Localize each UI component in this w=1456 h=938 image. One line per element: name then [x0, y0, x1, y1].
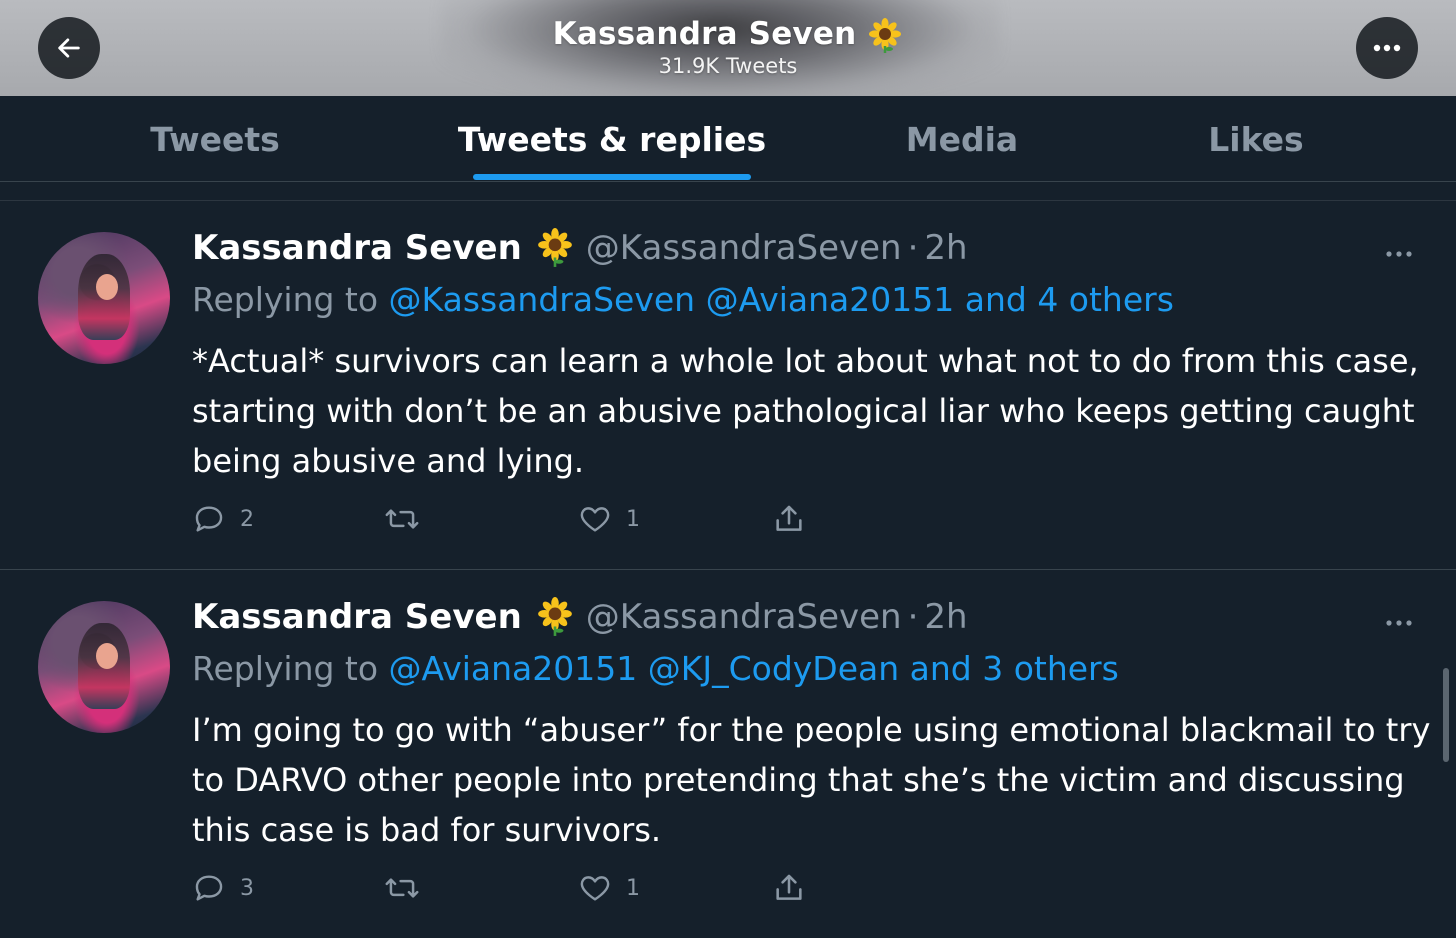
- separator: ·: [907, 597, 919, 637]
- like-count: 1: [626, 875, 640, 901]
- replying-to-label: Replying to: [192, 649, 379, 688]
- reply-icon: [195, 506, 223, 532]
- profile-name: Kassandra Seven: [552, 16, 857, 52]
- like-count: 1: [626, 506, 640, 532]
- tab-label: Media: [905, 119, 1019, 159]
- tweet-more-button[interactable]: [1384, 244, 1414, 263]
- share-button[interactable]: [772, 871, 806, 905]
- author-handle[interactable]: @KassandraSeven: [586, 597, 902, 637]
- ellipsis-icon: [1386, 251, 1412, 257]
- tab-tweets[interactable]: Tweets: [95, 96, 335, 182]
- reply-button[interactable]: 2: [192, 502, 254, 536]
- tweet[interactable]: Kassandra Seven @KassandraSeven · 2h Rep…: [0, 571, 1456, 938]
- divider: [0, 200, 1456, 201]
- tweet-text: *Actual* survivors can learn a whole lot…: [192, 342, 1419, 480]
- timestamp[interactable]: 2h: [924, 597, 967, 637]
- author-name[interactable]: Kassandra Seven: [192, 597, 522, 637]
- author-name[interactable]: Kassandra Seven: [192, 228, 522, 268]
- profile-tabs: Tweets Tweets & replies Media Likes: [0, 96, 1456, 182]
- scrollbar[interactable]: [1443, 668, 1449, 762]
- ellipsis-icon: [1386, 620, 1412, 626]
- like-button[interactable]: 1: [578, 502, 640, 536]
- tab-tweets-and-replies[interactable]: Tweets & replies: [440, 96, 784, 182]
- profile-header: Kassandra Seven 31.9K Tweets: [0, 0, 1456, 96]
- tab-likes[interactable]: Likes: [1156, 96, 1356, 182]
- sunflower-icon: [537, 228, 572, 267]
- tweet-actions: 2 1: [192, 502, 832, 542]
- tweet[interactable]: Kassandra Seven @KassandraSeven · 2h Rep…: [0, 202, 1456, 570]
- author-handle[interactable]: @KassandraSeven: [586, 228, 902, 268]
- tweet-header: Kassandra Seven @KassandraSeven · 2h: [192, 597, 968, 637]
- share-icon: [776, 874, 802, 900]
- share-button[interactable]: [772, 502, 806, 536]
- timestamp[interactable]: 2h: [924, 228, 967, 268]
- reply-count: 2: [240, 506, 254, 532]
- replying-to: Replying to @Aviana20151 @KJ_CodyDean an…: [192, 649, 1119, 688]
- reply-button[interactable]: 3: [192, 871, 254, 905]
- ellipsis-icon: [1373, 44, 1401, 52]
- share-icon: [776, 505, 802, 531]
- retweet-button[interactable]: [384, 871, 434, 905]
- avatar[interactable]: [38, 232, 170, 364]
- avatar[interactable]: [38, 601, 170, 733]
- tweet-actions: 3 1: [192, 871, 832, 911]
- replying-to-links[interactable]: @KassandraSeven @Aviana20151 and 4 other…: [389, 280, 1174, 319]
- tweet-text: I’m going to go with “abuser” for the pe…: [192, 711, 1431, 849]
- active-tab-indicator: [473, 174, 751, 180]
- profile-name-title: Kassandra Seven: [0, 16, 1456, 54]
- tab-media[interactable]: Media: [862, 96, 1062, 182]
- replying-to-links[interactable]: @Aviana20151 @KJ_CodyDean and 3 others: [389, 649, 1119, 688]
- replying-to: Replying to @KassandraSeven @Aviana20151…: [192, 280, 1174, 319]
- more-options-button[interactable]: [1356, 17, 1418, 79]
- sunflower-icon: [537, 597, 572, 636]
- retweet-icon: [385, 878, 419, 898]
- retweet-button[interactable]: [384, 502, 434, 536]
- avatar-face: [96, 643, 118, 669]
- separator: ·: [907, 228, 919, 268]
- tweet-header: Kassandra Seven @KassandraSeven · 2h: [192, 228, 968, 268]
- retweet-icon: [385, 509, 419, 529]
- tweet-count: 31.9K Tweets: [658, 54, 798, 78]
- heart-icon: [580, 507, 610, 532]
- like-button[interactable]: 1: [578, 871, 640, 905]
- tab-label: Likes: [1208, 119, 1304, 159]
- tab-label: Tweets & replies: [457, 119, 767, 159]
- avatar-face: [96, 274, 118, 300]
- tweet-more-button[interactable]: [1384, 613, 1414, 632]
- heart-icon: [580, 876, 610, 901]
- sunflower-icon: [869, 17, 902, 53]
- tab-label: Tweets: [150, 119, 280, 159]
- replying-to-label: Replying to: [192, 280, 379, 319]
- reply-count: 3: [240, 875, 254, 901]
- reply-icon: [195, 875, 223, 901]
